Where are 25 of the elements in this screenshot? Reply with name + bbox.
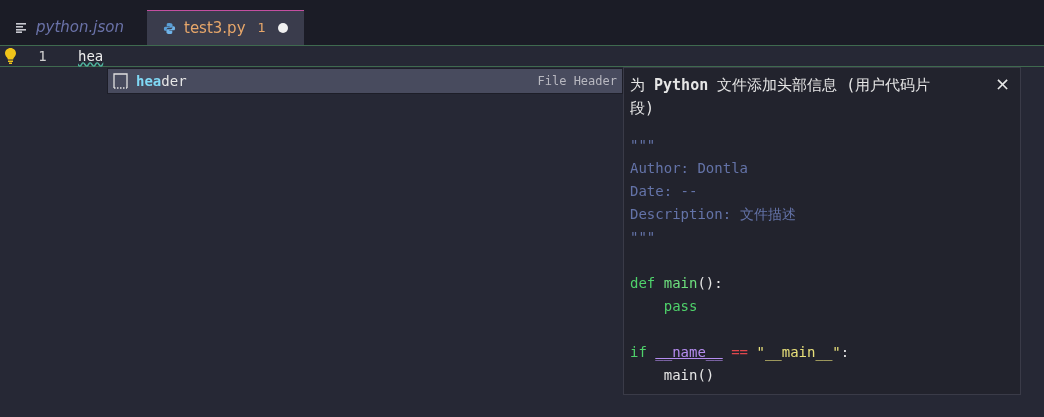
python-icon — [163, 21, 176, 35]
suggestion-label: header — [136, 71, 188, 91]
lightbulb-icon[interactable] — [4, 48, 16, 64]
code-line: if __name__ == "__main__": — [630, 343, 850, 363]
code-line: Description: 文件描述 — [630, 205, 796, 224]
lines-icon — [16, 22, 28, 33]
code-line: main() — [662, 366, 715, 385]
code-line: Date: -- — [630, 182, 698, 201]
code-text: hea — [78, 46, 104, 66]
code-line: def main(): — [630, 274, 723, 293]
code-line: """ — [630, 136, 656, 155]
code-line: pass — [662, 297, 698, 316]
close-button[interactable]: × — [990, 74, 1014, 94]
snippet-title: 为 Python 文件添加头部信息 (用户代码片段) — [630, 75, 932, 119]
snippet-icon — [113, 73, 128, 89]
tab-label: python.json — [36, 17, 124, 39]
editor-tab[interactable]: python.json — [0, 10, 147, 45]
suggestion-detail: File Header — [537, 73, 617, 90]
code-line: """ — [630, 228, 656, 247]
problem-count: 1 — [257, 19, 266, 38]
editor-tab[interactable]: test3.py 1 — [147, 10, 304, 45]
suggestion-item[interactable]: header File Header — [107, 68, 623, 94]
line-number: 1 — [37, 46, 48, 66]
tab-label: test3.py — [184, 17, 246, 39]
code-line: Author: Dontla — [630, 159, 748, 178]
